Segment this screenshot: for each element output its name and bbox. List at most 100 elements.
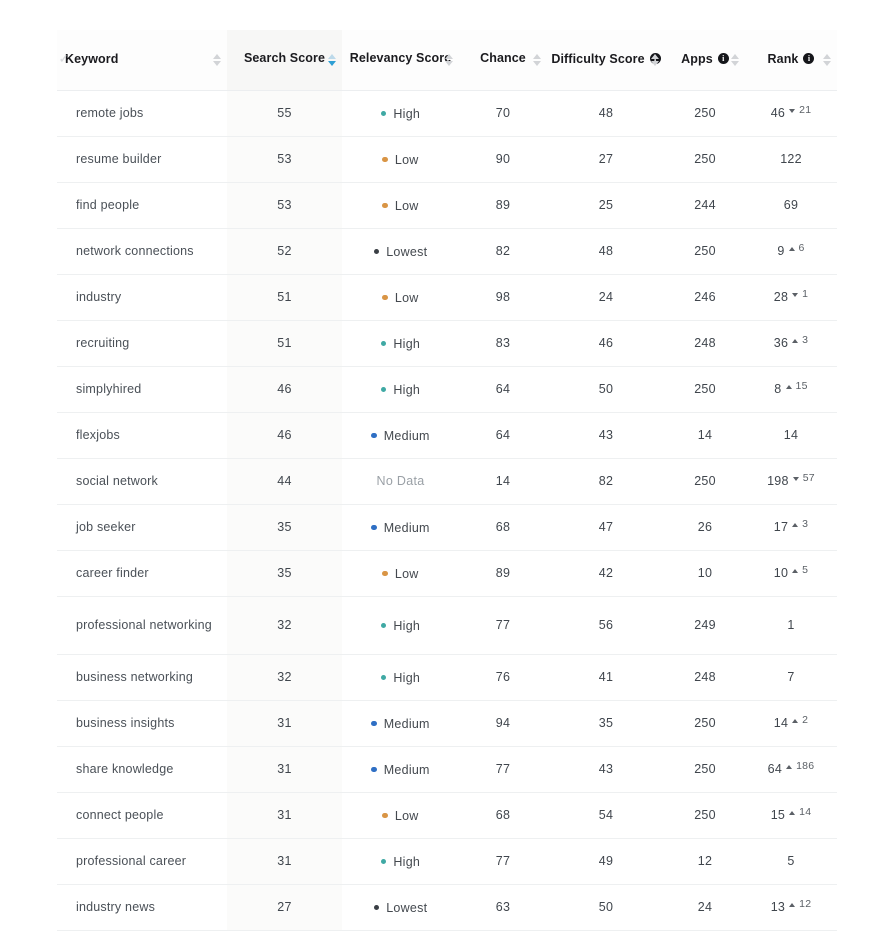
column-header-label: Search Score [243, 51, 326, 66]
cell-difficulty-score: 47 [547, 504, 665, 551]
relevancy-dot-icon [380, 858, 387, 865]
cell-relevancy-score: Medium [342, 746, 459, 793]
column-header-keyword[interactable]: ✓ Keyword [57, 30, 227, 91]
info-icon[interactable]: i [717, 53, 729, 65]
relevancy-no-data-label: No Data [376, 474, 425, 488]
table-row[interactable]: social network 44 No Data 14 82 250 198 57 [57, 458, 837, 505]
cell-rank: 15 14 [745, 792, 837, 839]
cell-search-score: 51 [227, 320, 342, 367]
table-row[interactable]: share knowledge 31 Medium 77 43 250 64 186 [57, 746, 837, 793]
cell-keyword[interactable]: flexjobs [57, 412, 227, 459]
sort-toggle-apps[interactable] [731, 53, 739, 66]
cell-keyword[interactable]: connect people [57, 792, 227, 839]
cell-keyword[interactable]: job seeker [57, 504, 227, 551]
arrow-up-icon [789, 811, 796, 815]
table-row[interactable]: industry news 27 Lowest 63 50 24 13 12 [57, 884, 837, 931]
cell-keyword[interactable]: professional career [57, 838, 227, 885]
rank-delta-value: 3 [802, 334, 809, 346]
arrow-up-icon [785, 385, 792, 389]
cell-keyword[interactable]: business networking [57, 654, 227, 701]
relevancy-dot-icon [373, 248, 380, 255]
sort-descending-icon [533, 60, 541, 66]
column-header-apps[interactable]: Apps i [665, 30, 745, 91]
cell-apps: 250 [665, 90, 745, 137]
cell-search-score: 31 [227, 838, 342, 885]
table-row[interactable]: career finder 35 Low 89 42 10 10 5 [57, 550, 837, 597]
column-header-search[interactable]: Search Score [227, 30, 342, 91]
sort-toggle-rank[interactable] [823, 53, 831, 66]
cell-relevancy-score: Lowest [342, 884, 459, 931]
cell-keyword[interactable]: business insights [57, 700, 227, 747]
cell-chance: 82 [459, 228, 547, 275]
sort-descending-icon [731, 60, 739, 66]
cell-rank: 36 3 [745, 320, 837, 367]
table-row[interactable]: flexjobs 46 Medium 64 43 14 14 [57, 412, 837, 459]
cell-search-score: 27 [227, 884, 342, 931]
table-row[interactable]: simplyhired 46 High 64 50 250 8 15 [57, 366, 837, 413]
sort-toggle-difficulty[interactable] [651, 53, 659, 66]
cell-chance: 77 [459, 596, 547, 655]
sort-ascending-icon [328, 53, 336, 59]
relevancy-dot-icon [371, 720, 377, 727]
info-icon[interactable]: i [803, 53, 815, 65]
cell-keyword[interactable]: professional networking [57, 596, 227, 655]
cell-keyword[interactable]: social network [57, 458, 227, 505]
cell-difficulty-score: 46 [547, 320, 665, 367]
cell-apps: 26 [665, 504, 745, 551]
cell-rank: 122 [745, 136, 837, 183]
cell-search-score: 31 [227, 792, 342, 839]
table-row[interactable]: industry 51 Low 98 24 246 28 1 [57, 274, 837, 321]
cell-keyword[interactable]: resume builder [57, 136, 227, 183]
cell-keyword[interactable]: share knowledge [57, 746, 227, 793]
table-row[interactable]: professional networking 32 High 77 56 249 1 [57, 596, 837, 655]
sort-toggle-chance[interactable] [533, 53, 541, 66]
cell-chance: 64 [459, 412, 547, 459]
cell-keyword[interactable]: career finder [57, 550, 227, 597]
table-row[interactable]: find people 53 Low 89 25 244 69 [57, 182, 837, 229]
cell-keyword[interactable]: simplyhired [57, 366, 227, 413]
column-header-difficulty[interactable]: Difficulty Score i [547, 30, 665, 91]
cell-chance: 98 [459, 274, 547, 321]
cell-apps: 248 [665, 654, 745, 701]
table-row[interactable]: business networking 32 High 76 41 248 7 [57, 654, 837, 701]
sort-toggle-search[interactable] [328, 53, 336, 66]
rank-value: 14 [783, 428, 799, 442]
table-row[interactable]: network connections 52 Lowest 82 48 250 9 6 [57, 228, 837, 275]
rank-delta-value: 3 [802, 518, 809, 530]
sort-toggle-keyword[interactable] [213, 53, 221, 66]
column-header-rank[interactable]: Rank i [745, 30, 837, 91]
sort-descending-icon [328, 60, 336, 66]
table-row[interactable]: connect people 31 Low 68 54 250 15 14 [57, 792, 837, 839]
cell-search-score: 46 [227, 412, 342, 459]
cell-keyword[interactable]: industry [57, 274, 227, 321]
relevancy-label: Lowest [386, 244, 428, 259]
relevancy-label: Low [394, 152, 419, 167]
table-row[interactable]: remote jobs 55 High 70 48 250 46 21 [57, 90, 837, 137]
relevancy-dot-icon [371, 524, 377, 531]
cell-difficulty-score: 27 [547, 136, 665, 183]
table-row[interactable]: job seeker 35 Medium 68 47 26 17 3 [57, 504, 837, 551]
relevancy-label: Medium [383, 716, 430, 731]
sort-toggle-relevancy[interactable] [445, 53, 453, 66]
cell-apps: 10 [665, 550, 745, 597]
cell-relevancy-score: High [342, 366, 459, 413]
cell-keyword[interactable]: network connections [57, 228, 227, 275]
column-header-relevancy[interactable]: Relevancy Score [342, 30, 459, 91]
table-row[interactable]: professional career 31 High 77 49 12 5 [57, 838, 837, 885]
cell-apps: 248 [665, 320, 745, 367]
cell-search-score: 32 [227, 596, 342, 655]
column-header-chance[interactable]: Chance [459, 30, 547, 91]
table-row[interactable]: business insights 31 Medium 94 35 250 14 2 [57, 700, 837, 747]
cell-apps: 244 [665, 182, 745, 229]
cell-keyword[interactable]: remote jobs [57, 90, 227, 137]
cell-keyword[interactable]: recruiting [57, 320, 227, 367]
cell-keyword[interactable]: find people [57, 182, 227, 229]
rank-value: 46 [770, 106, 786, 120]
table-row[interactable]: recruiting 51 High 83 46 248 36 3 [57, 320, 837, 367]
rank-value: 17 [773, 520, 789, 534]
relevancy-label: High [393, 336, 421, 351]
cell-chance: 89 [459, 182, 547, 229]
cell-difficulty-score: 25 [547, 182, 665, 229]
cell-keyword[interactable]: industry news [57, 884, 227, 931]
table-row[interactable]: resume builder 53 Low 90 27 250 122 [57, 136, 837, 183]
